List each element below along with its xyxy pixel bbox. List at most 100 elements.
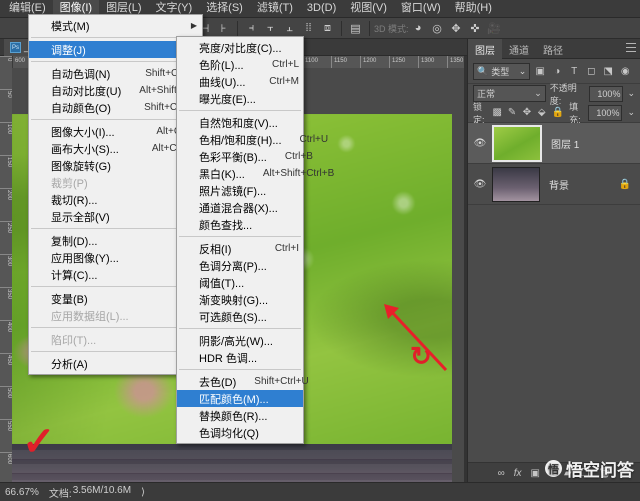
pan-3d-icon[interactable]: ✥: [448, 20, 465, 37]
status-expand-arrow[interactable]: ⟩: [141, 487, 145, 498]
adjustments-menu-item-14[interactable]: 色调分离(P)...: [177, 257, 303, 274]
slide-3d-icon[interactable]: ✜: [467, 20, 484, 37]
roll-3d-icon[interactable]: ◎: [429, 20, 446, 37]
eye-icon[interactable]: 👁: [473, 138, 487, 149]
lock-image-icon[interactable]: ✎: [507, 106, 517, 120]
status-bar: 66.67% 文档: 3.56M/10.6M ⟩: [0, 482, 640, 501]
eye-icon[interactable]: 👁: [473, 179, 487, 190]
opacity-chevron-icon[interactable]: ⌄: [627, 88, 635, 99]
lock-transparency-icon[interactable]: ▩: [492, 106, 502, 120]
adjustments-menu-item-15[interactable]: 阈值(T)...: [177, 274, 303, 291]
align-middle-v-icon[interactable]: ⫟: [262, 20, 279, 37]
adjustments-menu-item-5[interactable]: 自然饱和度(V)...: [177, 114, 303, 131]
adjustments-menu-item-20[interactable]: HDR 色调...: [177, 349, 303, 366]
image-menu-item-label: 自动色调(N): [51, 68, 111, 81]
fill-value[interactable]: 100%: [588, 104, 623, 121]
blend-mode-row: 正常 ⌄ 不透明度: 100% ⌄: [468, 83, 640, 106]
photoshop-window: 编辑(E) 图像(I) 图层(L) 文字(Y) 选择(S) 滤镜(T) 3D(D) 视图(V)…: [0, 0, 640, 501]
image-menu-item-0[interactable]: 模式(M) ▶: [29, 17, 202, 34]
adjustments-menu-item-2[interactable]: 曲线(U)... Ctrl+M: [177, 73, 303, 90]
layer-name[interactable]: 图层 1: [547, 136, 635, 151]
adjustments-menu-item-6[interactable]: 色相/饱和度(H)... Ctrl+U: [177, 131, 328, 148]
filter-toggle-icon[interactable]: ◉: [618, 64, 632, 78]
adjustments-menu-item-10[interactable]: 通道混合器(X)...: [177, 199, 303, 216]
adjustments-menu-item-9[interactable]: 照片滤镜(F)...: [177, 182, 303, 199]
adjustments-menu-item-25[interactable]: 色调均化(Q): [177, 424, 303, 441]
layer-filter-kind-select[interactable]: 🔍 类型 ⌄: [473, 62, 531, 80]
chevron-right-icon: ▶: [190, 21, 197, 30]
image-menu-item-label: 自动对比度(U): [51, 85, 122, 98]
layer-thumbnail[interactable]: [492, 166, 540, 202]
lock-position-icon[interactable]: ✥: [522, 106, 532, 120]
adjustments-menu-item-label: 自然饱和度(V)...: [199, 117, 278, 130]
distribute-spacing-icon[interactable]: ⧈: [319, 20, 336, 37]
adjustments-menu-item-label: 可选颜色(S)...: [199, 311, 267, 324]
adjustments-menu-item-1[interactable]: 色阶(L)... Ctrl+L: [177, 56, 303, 73]
adjustments-menu-item-17[interactable]: 可选颜色(S)...: [177, 308, 303, 325]
image-menu-item-label: 画布大小(S)...: [51, 143, 119, 156]
ruler-tick-h: 1300: [418, 56, 434, 68]
adjustments-menu-item-11[interactable]: 颜色查找...: [177, 216, 303, 233]
menubar-item-4[interactable]: 选择(S): [199, 0, 250, 17]
pixel-filter-icon[interactable]: ▣: [533, 64, 547, 78]
adjustments-submenu[interactable]: 亮度/对比度(C)... 色阶(L)... Ctrl+L 曲线(U)... Ctrl+M…: [176, 36, 334, 444]
align-right-icon[interactable]: ⊦: [215, 20, 232, 37]
adjustments-menu-item-label: 通道混合器(X)...: [199, 202, 278, 215]
adjustments-menu-item-accelerator: Ctrl+U: [299, 134, 329, 145]
lock-all-icon[interactable]: 🔒: [552, 106, 564, 120]
layer-thumbnail[interactable]: [492, 124, 542, 162]
adjustments-menu-item-label: 亮度/对比度(C)...: [199, 42, 282, 55]
smartobject-filter-icon[interactable]: ⬔: [601, 64, 615, 78]
menubar-item-7[interactable]: 视图(V): [343, 0, 394, 17]
adjustments-menu-item-8[interactable]: 黑白(K)... Alt+Shift+Ctrl+B: [177, 165, 334, 182]
panel-tab-1[interactable]: 通道: [502, 39, 536, 59]
search-icon: 🔍: [477, 65, 489, 76]
layer-style-fx-icon[interactable]: fx: [514, 468, 522, 479]
menubar-item-8[interactable]: 窗口(W): [394, 0, 448, 17]
adjustments-menu-item-accelerator: Ctrl+M: [269, 76, 299, 87]
align-group-icon[interactable]: ▤: [347, 20, 364, 37]
zoom-level[interactable]: 66.67%: [5, 487, 39, 498]
red-circle-mark: ↻: [410, 342, 432, 371]
orbit-3d-icon[interactable]: ◕: [410, 20, 427, 37]
ruler-tick-h: 1250: [389, 56, 405, 68]
adjustment-filter-icon[interactable]: ◑: [550, 64, 564, 78]
link-layers-icon[interactable]: ∞: [498, 468, 505, 479]
adjustments-menu-item-label: 颜色查找...: [199, 219, 253, 232]
distribute-icon[interactable]: ⁞⁞: [300, 20, 317, 37]
opacity-value[interactable]: 100%: [589, 85, 624, 102]
align-top-icon[interactable]: ⫞: [243, 20, 260, 37]
adjustments-menu-item-23[interactable]: 匹配颜色(M)...: [177, 390, 303, 407]
adjustments-menu-item-3[interactable]: 曝光度(E)...: [177, 90, 303, 107]
type-filter-icon[interactable]: T: [567, 64, 581, 78]
menubar-item-6[interactable]: 3D(D): [300, 0, 343, 17]
shape-filter-icon[interactable]: ◻: [584, 64, 598, 78]
menubar-item-9[interactable]: 帮助(H): [448, 0, 499, 17]
layer-filter-kind-label: 类型: [491, 66, 510, 77]
menubar-item-5[interactable]: 滤镜(T): [250, 0, 300, 17]
lock-artboard-icon[interactable]: ⬙: [537, 106, 547, 120]
layer-name[interactable]: 背景: [545, 177, 614, 192]
camera-3d-icon[interactable]: 🎥: [486, 20, 503, 37]
align-bottom-icon[interactable]: ⫠: [281, 20, 298, 37]
adjustments-menu-item-0[interactable]: 亮度/对比度(C)...: [177, 39, 303, 56]
layer-row-0[interactable]: 👁 图层 1: [468, 123, 640, 164]
layer-row-1[interactable]: 👁 背景 🔒: [468, 164, 640, 205]
adjustments-menu-item-7[interactable]: 色彩平衡(B)... Ctrl+B: [177, 148, 313, 165]
ruler-tick-h: 1350: [447, 56, 463, 68]
adjustments-menu-item-label: 渐变映射(G)...: [199, 294, 269, 307]
panel-tab-2[interactable]: 路径: [536, 39, 570, 59]
adjustments-menu-item-13[interactable]: 反相(I) Ctrl+I: [177, 240, 303, 257]
adjustments-menu-item-19[interactable]: 阴影/高光(W)...: [177, 332, 303, 349]
panel-tab-0[interactable]: 图层: [468, 38, 502, 59]
three-d-mode-label: 3D 模式:: [374, 23, 409, 34]
layer-mask-icon[interactable]: ▣: [531, 468, 540, 479]
adjustments-menu-item-16[interactable]: 渐变映射(G)...: [177, 291, 303, 308]
blend-mode-value: 正常: [477, 89, 496, 99]
fill-chevron-icon[interactable]: ⌄: [627, 107, 635, 118]
panel-menu-icon[interactable]: [626, 43, 636, 52]
adjustments-menu-item-22[interactable]: 去色(D) Shift+Ctrl+U: [177, 373, 309, 390]
adjustments-menu-item-label: 阈值(T)...: [199, 277, 245, 290]
adjustments-menu-item-24[interactable]: 替换颜色(R)...: [177, 407, 303, 424]
ruler-tick-v: 600: [0, 452, 12, 482]
